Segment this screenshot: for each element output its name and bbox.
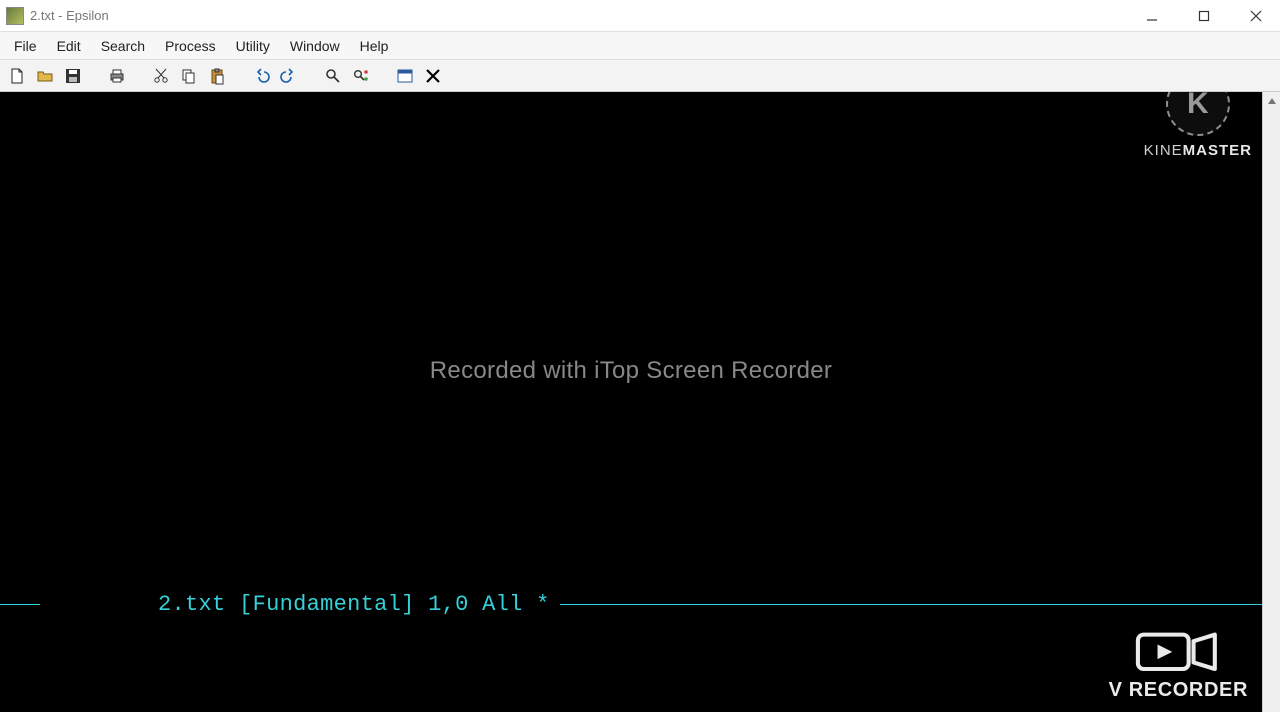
copy-icon[interactable] (178, 65, 200, 87)
find-replace-icon[interactable] (350, 65, 372, 87)
app-icon (6, 7, 24, 25)
kinemaster-label: KINEMASTER (1144, 142, 1252, 159)
editor-area: K KINEMASTER Recorded with iTop Screen R… (0, 92, 1280, 712)
modeline-rule-right (560, 604, 1262, 605)
scroll-up-arrow-icon[interactable] (1263, 92, 1280, 110)
modeline: 2.txt [Fundamental] 1,0 All * (0, 567, 1262, 642)
kinemaster-label-light: KINE (1144, 142, 1183, 159)
toolbar (0, 60, 1280, 92)
window-title: 2.txt - Epsilon (30, 8, 109, 23)
menubar: File Edit Search Process Utility Window … (0, 32, 1280, 60)
close-x-icon[interactable] (422, 65, 444, 87)
menu-search[interactable]: Search (91, 34, 155, 58)
window-controls (1140, 4, 1274, 28)
menu-file[interactable]: File (4, 34, 47, 58)
itop-watermark-text: Recorded with iTop Screen Recorder (0, 357, 1262, 385)
undo-icon[interactable] (250, 65, 272, 87)
panel-icon[interactable] (394, 65, 416, 87)
bottom-strip (0, 712, 1280, 720)
modeline-modified: * (536, 592, 550, 617)
vrecorder-label: V RECORDER (1109, 679, 1248, 702)
find-icon[interactable] (322, 65, 344, 87)
menu-edit[interactable]: Edit (47, 34, 91, 58)
editor-viewport[interactable]: K KINEMASTER Recorded with iTop Screen R… (0, 92, 1262, 712)
minimize-button[interactable] (1140, 4, 1164, 28)
kinemaster-label-bold: MASTER (1183, 142, 1252, 159)
modeline-position: 1,0 (428, 592, 469, 617)
redo-icon[interactable] (278, 65, 300, 87)
menu-window[interactable]: Window (280, 34, 350, 58)
vertical-scrollbar[interactable] (1262, 92, 1280, 712)
kinemaster-watermark: K KINEMASTER (1144, 92, 1252, 159)
titlebar: 2.txt - Epsilon (0, 0, 1280, 32)
save-icon[interactable] (62, 65, 84, 87)
new-file-icon[interactable] (6, 65, 28, 87)
menu-help[interactable]: Help (350, 34, 399, 58)
print-icon[interactable] (106, 65, 128, 87)
modeline-rule-left (0, 604, 40, 605)
paste-icon[interactable] (206, 65, 228, 87)
modeline-text: 2.txt [Fundamental] 1,0 All * (50, 567, 550, 642)
kinemaster-logo-icon: K (1166, 92, 1230, 136)
menu-process[interactable]: Process (155, 34, 226, 58)
cut-icon[interactable] (150, 65, 172, 87)
open-file-icon[interactable] (34, 65, 56, 87)
modeline-extent: All (482, 592, 523, 617)
modeline-filename: 2.txt (158, 592, 226, 617)
menu-utility[interactable]: Utility (226, 34, 280, 58)
close-button[interactable] (1244, 4, 1268, 28)
maximize-button[interactable] (1192, 4, 1216, 28)
modeline-mode: [Fundamental] (239, 592, 415, 617)
